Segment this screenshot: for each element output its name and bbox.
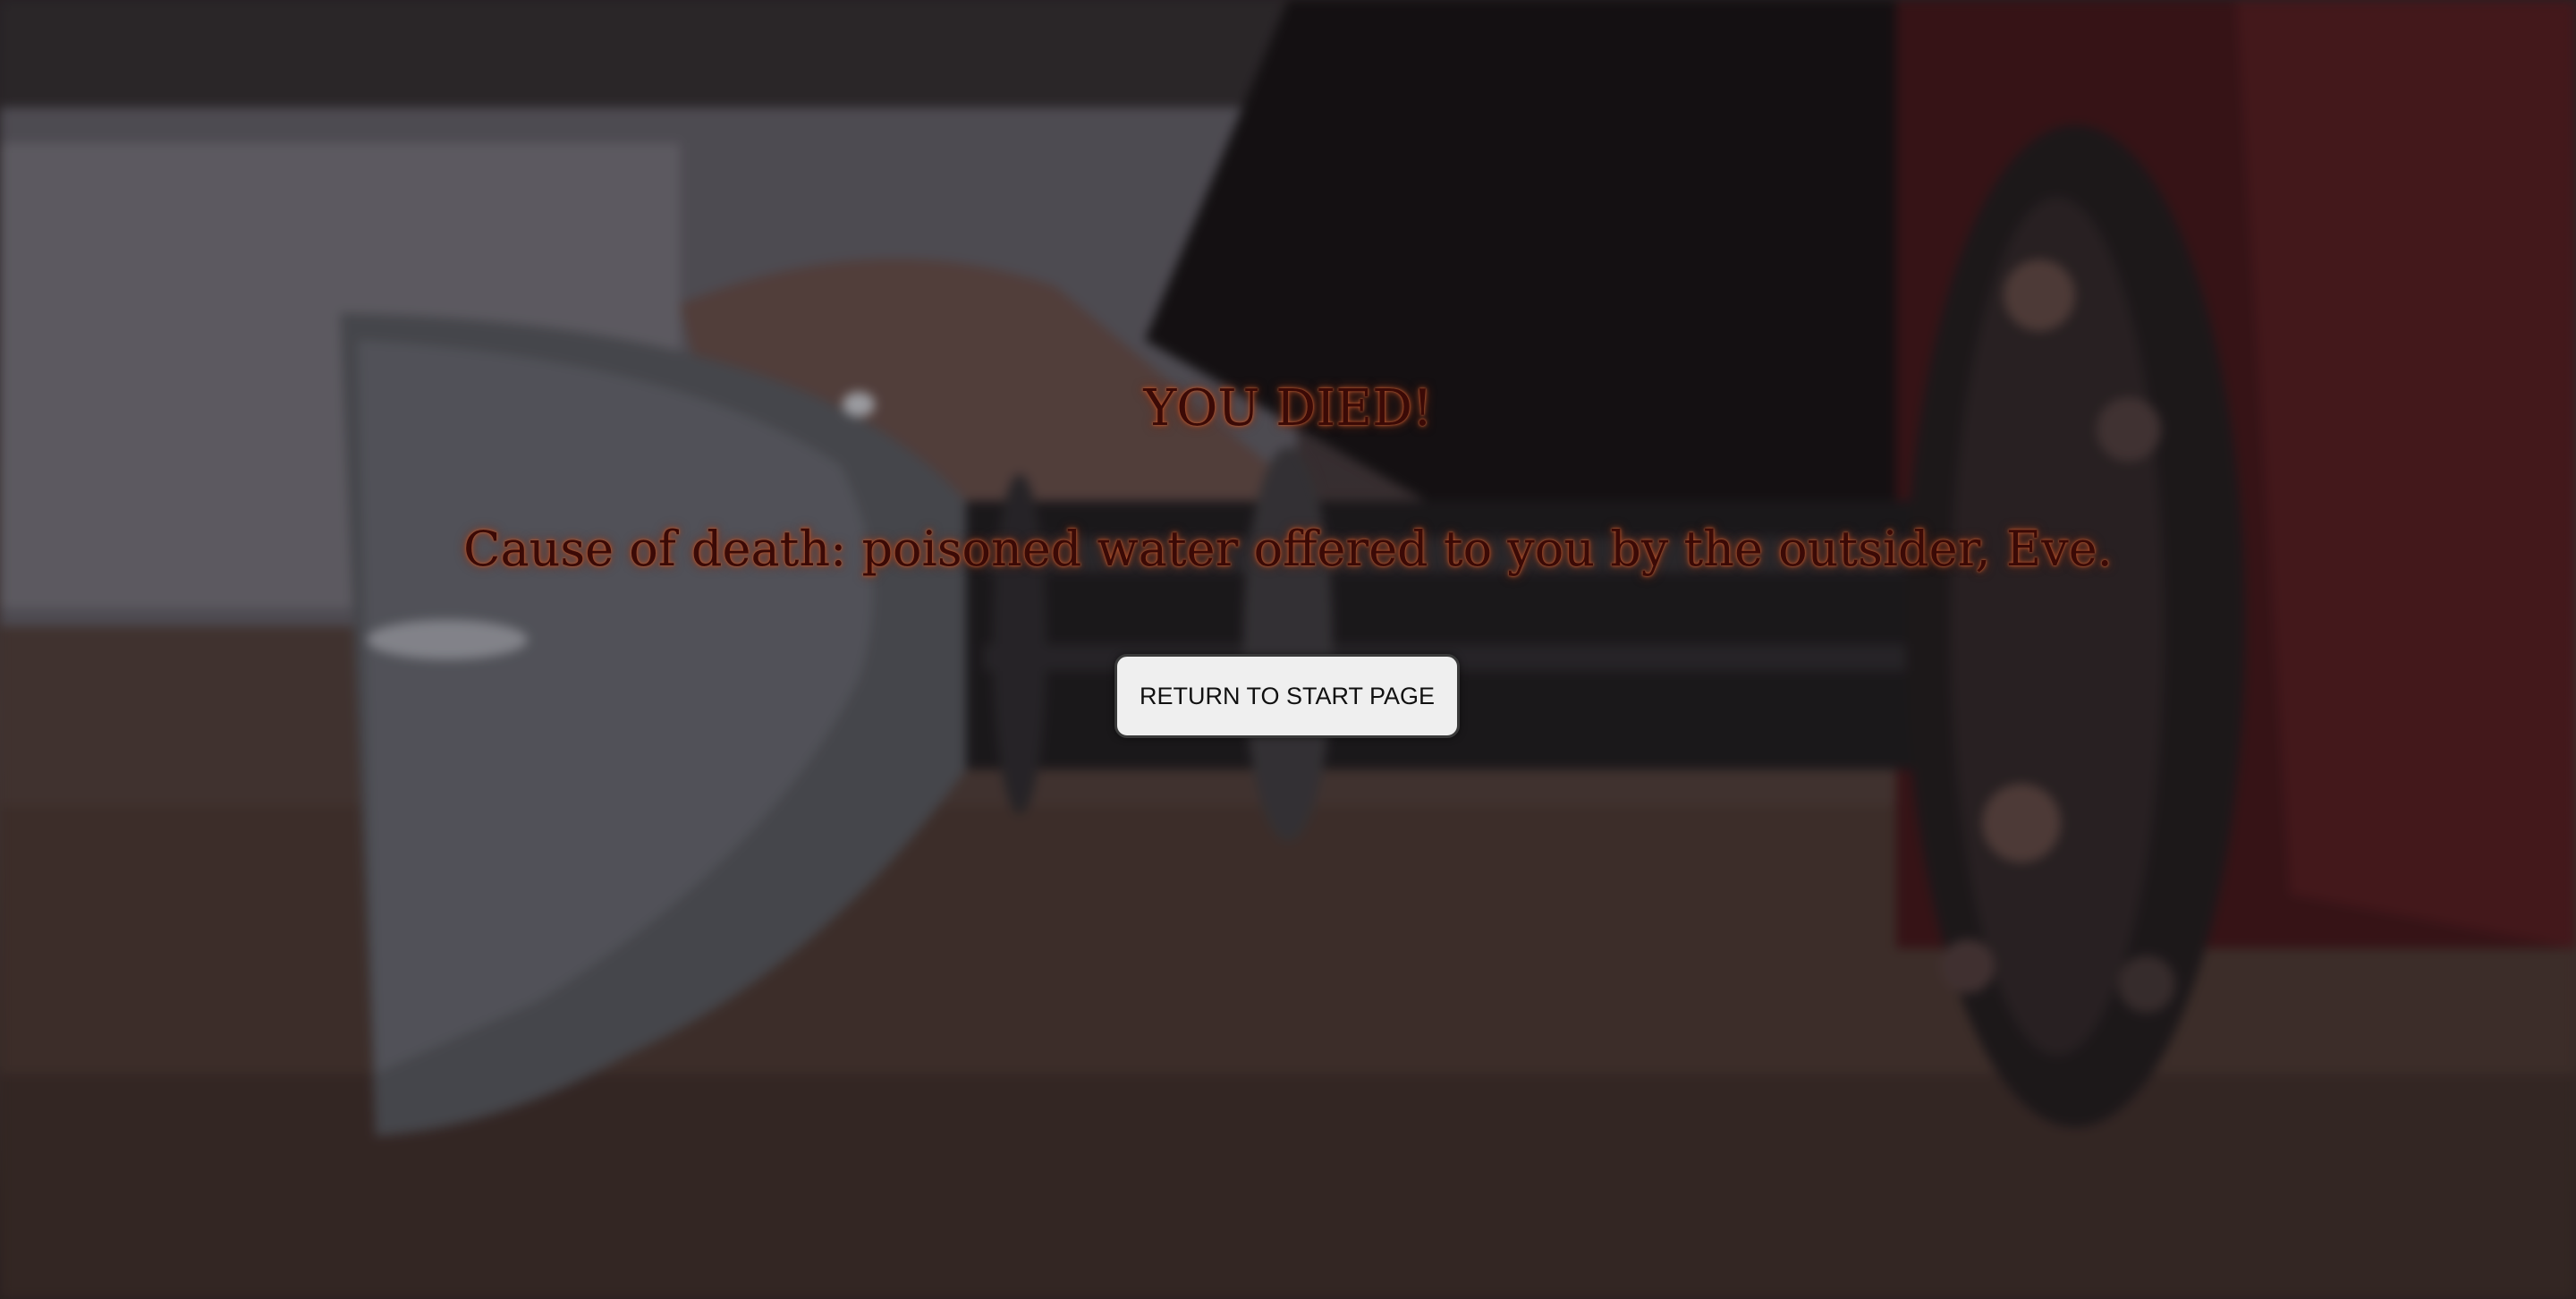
return-to-start-button[interactable]: RETURN TO START PAGE: [1114, 654, 1460, 738]
cause-of-death-text: Cause of death: poisoned water offered t…: [463, 521, 2113, 577]
death-title: YOU DIED!: [1143, 379, 1433, 437]
death-message-panel: YOU DIED! Cause of death: poisoned water…: [0, 0, 2576, 1299]
death-screen: YOU DIED! Cause of death: poisoned water…: [0, 0, 2576, 1299]
